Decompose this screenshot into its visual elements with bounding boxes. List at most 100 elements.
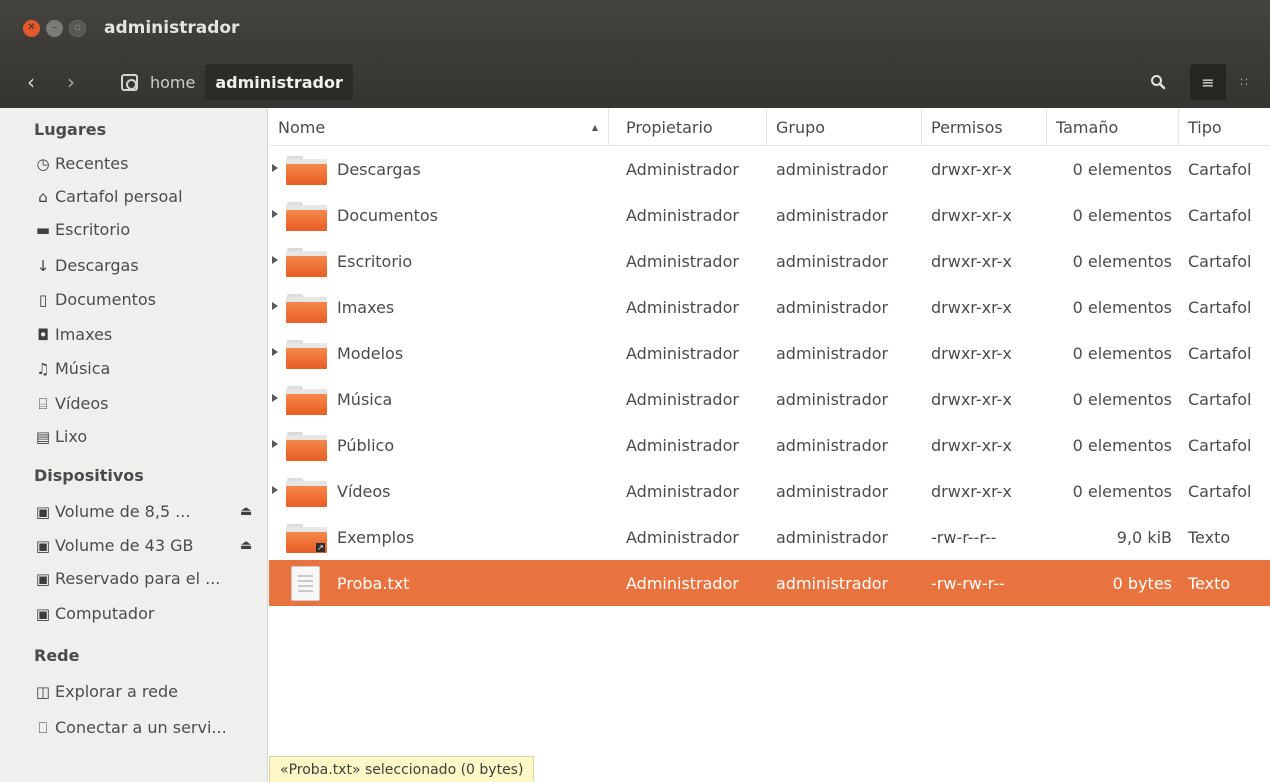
folder-icon	[286, 292, 327, 324]
file-permissions: -rw-r--r--	[931, 527, 997, 547]
sidebar-item-home[interactable]: ⌂ Cartafol persoal	[34, 187, 182, 206]
sidebar-item-documents[interactable]: ▯ Documentos	[34, 290, 156, 309]
expander-icon[interactable]	[272, 164, 278, 172]
table-row[interactable]: ↗ Exemplos Administrador administrador -rw-r…	[269, 514, 1270, 560]
file-type: Cartafol	[1188, 435, 1252, 455]
view-switcher: ≡ ∷	[1190, 64, 1262, 100]
sidebar-item-downloads[interactable]: ↓ Descargas	[34, 256, 139, 275]
column-type[interactable]: Tipo	[1179, 108, 1270, 146]
sidebar-item-recent[interactable]: ◷ Recentes	[34, 154, 128, 173]
sidebar-heading-devices: Dispositivos	[34, 466, 144, 485]
column-name[interactable]: Nome ▲	[269, 108, 609, 146]
sidebar-item-label: Vídeos	[55, 394, 109, 413]
sidebar-item-label: Escritorio	[55, 220, 131, 239]
chevron-right-icon: ›	[67, 70, 75, 94]
column-permissions[interactable]: Permisos	[922, 108, 1047, 146]
sidebar-item-trash[interactable]: ▤ Lixo	[34, 427, 87, 446]
sidebar-item-reserved[interactable]: ▣ Reservado para el ...	[34, 569, 220, 588]
expander-icon[interactable]	[272, 302, 278, 310]
expander-icon[interactable]	[272, 486, 278, 494]
table-row[interactable]: Proba.txt Administrador administrador -rw-r…	[269, 560, 1270, 606]
table-row[interactable]: Imaxes Administrador administrador drwxr-xr…	[269, 284, 1270, 330]
eject-icon[interactable]: ⏏	[240, 504, 252, 519]
table-row[interactable]: Público Administrador administrador drwxr-x…	[269, 422, 1270, 468]
sidebar-item-pictures[interactable]: ◘ Imaxes	[34, 325, 112, 344]
table-row[interactable]: Vídeos Administrador administrador drwxr-xr…	[269, 468, 1270, 514]
column-owner[interactable]: Propietario	[617, 108, 767, 146]
maximize-window-button[interactable]: ▫	[69, 19, 86, 37]
file-permissions: drwxr-xr-x	[931, 389, 1012, 409]
folder-icon	[286, 246, 327, 278]
status-bar: «Proba.txt» seleccionado (0 bytes)	[269, 756, 535, 782]
file-size: 0 elementos	[1072, 389, 1172, 409]
eject-icon[interactable]: ⏏	[240, 538, 252, 553]
expander-icon[interactable]	[272, 394, 278, 402]
file-owner: Administrador	[626, 251, 739, 271]
sidebar-item-computer[interactable]: ▣ Computador	[34, 604, 155, 623]
file-name: Música	[337, 389, 393, 409]
server-icon: ⎕	[38, 718, 48, 737]
sidebar: Lugares ◷ Recentes ⌂ Cartafol persoal ▬ Esc…	[0, 108, 268, 782]
sidebar-item-label: Imaxes	[55, 325, 113, 344]
sidebar-item-connect-server[interactable]: ⎕ Conectar a un servi...	[34, 718, 226, 737]
sidebar-heading-places: Lugares	[34, 120, 107, 139]
grid-view-button[interactable]: ∷	[1226, 64, 1262, 100]
sidebar-item-browse-network[interactable]: ◫ Explorar a rede	[34, 682, 178, 701]
expander-icon[interactable]	[272, 440, 278, 448]
file-permissions: drwxr-xr-x	[931, 297, 1012, 317]
sidebar-item-label: Computador	[55, 604, 155, 623]
drive-icon: ▣	[35, 569, 51, 588]
breadcrumb-home[interactable]: home	[119, 64, 205, 100]
window-title: administrador	[104, 18, 240, 38]
sidebar-item-music[interactable]: ♫ Música	[34, 359, 110, 378]
table-row[interactable]: Documentos Administrador administrador drwx…	[269, 192, 1270, 238]
table-row[interactable]: Música Administrador administrador drwxr-xr…	[269, 376, 1270, 422]
file-list: Nome ▲ Propietario Grupo Permisos Tamaño …	[269, 108, 1270, 782]
table-row[interactable]: Modelos Administrador administrador drwxr-x…	[269, 330, 1270, 376]
breadcrumb-current[interactable]: administrador	[205, 64, 353, 100]
list-view-button[interactable]: ≡	[1190, 64, 1226, 100]
column-group[interactable]: Grupo	[767, 108, 922, 146]
column-header: Nome ▲ Propietario Grupo Permisos Tamaño …	[269, 108, 1270, 146]
network-icon: ◫	[35, 682, 51, 701]
file-type: Cartafol	[1188, 389, 1252, 409]
file-size: 9,0 kiB	[1116, 527, 1172, 547]
file-name: Público	[337, 435, 395, 455]
table-row[interactable]: Descargas Administrador administrador drwxr…	[269, 146, 1270, 192]
file-permissions: drwxr-xr-x	[931, 205, 1012, 225]
sidebar-item-desktop[interactable]: ▬ Escritorio	[34, 220, 130, 239]
back-button[interactable]: ‹	[13, 64, 49, 100]
drive-icon: ▣	[35, 536, 51, 555]
close-window-button[interactable]: ✕	[23, 19, 40, 37]
file-owner: Administrador	[626, 297, 739, 317]
file-permissions: drwxr-xr-x	[931, 435, 1012, 455]
drive-icon: ▣	[35, 502, 51, 521]
expander-icon[interactable]	[272, 256, 278, 264]
search-button[interactable]	[1138, 64, 1178, 100]
sidebar-item-volume-43[interactable]: ▣ Volume de 43 GB ⏏	[34, 536, 252, 555]
folder-icon	[286, 338, 327, 370]
minimize-window-button[interactable]: –	[46, 19, 63, 37]
file-size: 0 elementos	[1072, 435, 1172, 455]
file-group: administrador	[776, 435, 889, 455]
file-name: Proba.txt	[337, 573, 410, 593]
search-icon	[1151, 75, 1166, 90]
grid-icon: ∷	[1240, 75, 1248, 89]
file-type: Cartafol	[1188, 343, 1252, 363]
sidebar-item-videos[interactable]: ⌸ Vídeos	[34, 394, 109, 413]
expander-icon[interactable]	[272, 348, 278, 356]
column-label: Tipo	[1188, 117, 1222, 137]
expander-icon[interactable]	[272, 210, 278, 218]
sidebar-item-label: Documentos	[55, 290, 157, 309]
table-row[interactable]: Escritorio Administrador administrador drwx…	[269, 238, 1270, 284]
folder-icon	[286, 430, 327, 462]
file-name: Imaxes	[337, 297, 395, 317]
column-size[interactable]: Tamaño	[1047, 108, 1179, 146]
forward-button[interactable]: ›	[53, 64, 89, 100]
file-permissions: drwxr-xr-x	[931, 251, 1012, 271]
minimize-icon: –	[52, 22, 57, 33]
column-label: Propietario	[626, 117, 713, 137]
sidebar-item-volume-8[interactable]: ▣ Volume de 8,5 ... ⏏	[34, 502, 252, 521]
file-group: administrador	[776, 389, 889, 409]
music-icon: ♫	[36, 359, 50, 378]
